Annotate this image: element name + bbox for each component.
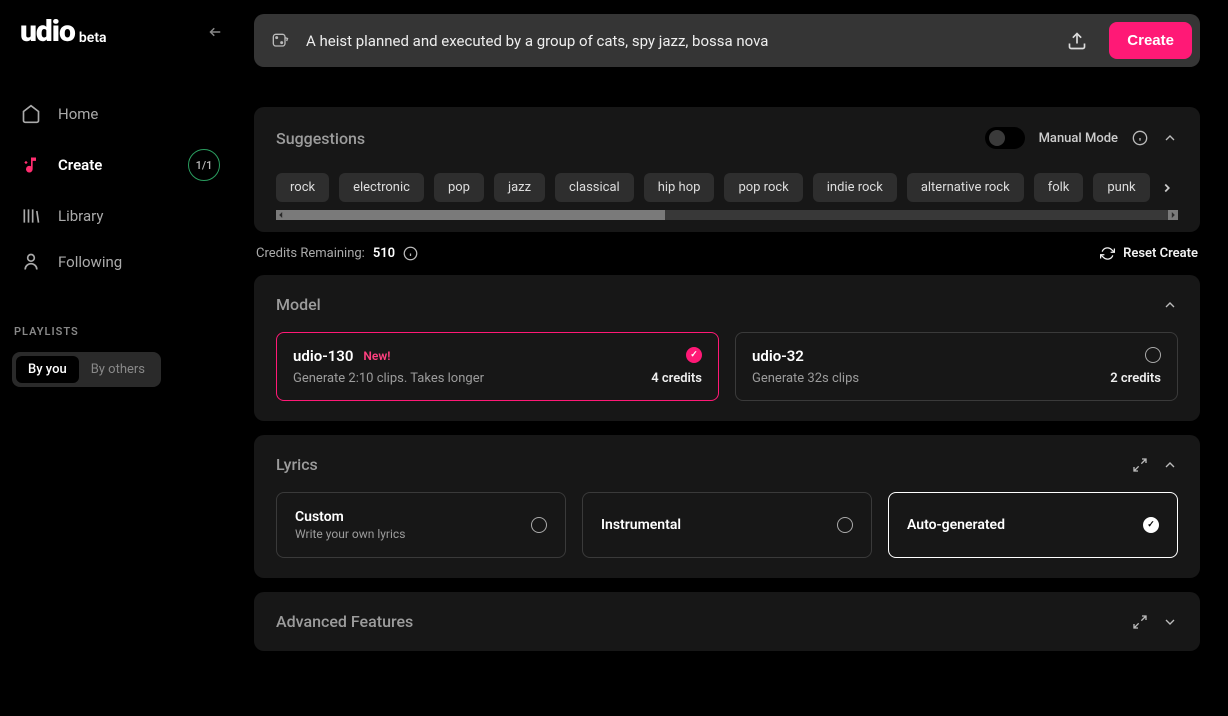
credits-value: 510: [373, 246, 395, 261]
lyrics-option-title: Custom: [295, 509, 547, 525]
sidebar-item-following[interactable]: Following: [12, 239, 228, 285]
playlists-heading: PLAYLISTS: [12, 325, 228, 338]
sidebar-item-create[interactable]: Create 1/1: [12, 137, 228, 193]
sidebar-item-label: Home: [58, 105, 220, 123]
prompt-bar: A heist planned and executed by a group …: [254, 14, 1200, 67]
sidebar-item-label: Create: [58, 156, 172, 174]
model-option-udio-32[interactable]: udio-32 Generate 32s clips 2 credits: [735, 332, 1178, 401]
tab-by-you[interactable]: By you: [16, 356, 79, 383]
manual-mode-toggle[interactable]: [985, 127, 1025, 149]
scroll-left-arrow[interactable]: [276, 210, 286, 220]
radio-unchecked-icon: [837, 517, 853, 533]
new-badge: New!: [363, 349, 390, 363]
chip-indie-rock[interactable]: indie rock: [813, 173, 897, 202]
prompt-input[interactable]: A heist planned and executed by a group …: [306, 32, 1051, 50]
lyrics-panel: Lyrics Custom Write your own lyrics Inst…: [254, 435, 1200, 578]
model-name: udio-32: [752, 347, 804, 365]
suggestions-panel: Suggestions Manual Mode rock electronic …: [254, 107, 1200, 232]
sidebar-item-label: Following: [58, 253, 220, 271]
radio-checked-icon: [686, 347, 702, 363]
model-credits: 4 credits: [651, 371, 702, 386]
create-badge: 1/1: [188, 149, 220, 181]
lyrics-option-auto-generated[interactable]: Auto-generated: [888, 492, 1178, 558]
chevron-up-icon[interactable]: [1162, 130, 1178, 146]
lyrics-option-title: Auto-generated: [907, 517, 1159, 533]
manual-mode-label: Manual Mode: [1039, 131, 1118, 146]
dice-icon[interactable]: [270, 31, 290, 51]
expand-icon[interactable]: [1132, 457, 1148, 473]
expand-icon[interactable]: [1132, 614, 1148, 630]
lyrics-option-instrumental[interactable]: Instrumental: [582, 492, 872, 558]
model-panel: Model udio-130 New! Generate 2:10 clips.…: [254, 275, 1200, 421]
lyrics-option-custom[interactable]: Custom Write your own lyrics: [276, 492, 566, 558]
radio-checked-icon: [1143, 517, 1159, 533]
sidebar: udio beta Home Create 1/1 Library Follow…: [0, 0, 240, 716]
lyrics-option-desc: Write your own lyrics: [295, 527, 547, 541]
chip-electronic[interactable]: electronic: [339, 173, 424, 202]
chip-punk[interactable]: punk: [1093, 173, 1149, 202]
lyrics-title: Lyrics: [276, 455, 318, 474]
model-credits: 2 credits: [1110, 371, 1161, 386]
sidebar-item-library[interactable]: Library: [12, 193, 228, 239]
suggestions-title: Suggestions: [276, 129, 365, 148]
chips-scrollbar[interactable]: [276, 210, 1178, 220]
chip-rock[interactable]: rock: [276, 173, 329, 202]
chips-next-icon[interactable]: [1156, 177, 1178, 199]
music-create-icon: [20, 154, 42, 176]
advanced-panel: Advanced Features: [254, 592, 1200, 651]
credits-label: Credits Remaining:: [256, 246, 365, 261]
model-desc: Generate 2:10 clips. Takes longer: [293, 371, 702, 386]
chip-alternative-rock[interactable]: alternative rock: [907, 173, 1024, 202]
model-desc: Generate 32s clips: [752, 371, 1161, 386]
sidebar-item-home[interactable]: Home: [12, 91, 228, 137]
scrollbar-thumb[interactable]: [286, 210, 665, 220]
chevron-down-icon[interactable]: [1162, 614, 1178, 630]
chip-folk[interactable]: folk: [1034, 173, 1084, 202]
info-icon[interactable]: [403, 246, 418, 261]
lyrics-option-title: Instrumental: [601, 517, 853, 533]
radio-unchecked-icon: [1145, 347, 1161, 363]
model-name: udio-130: [293, 347, 353, 365]
user-icon: [20, 251, 42, 273]
logo-beta: beta: [79, 30, 107, 46]
reset-create-button[interactable]: Reset Create: [1100, 246, 1198, 261]
scroll-right-arrow[interactable]: [1168, 210, 1178, 220]
radio-unchecked-icon: [531, 517, 547, 533]
upload-icon[interactable]: [1067, 31, 1087, 51]
reset-label: Reset Create: [1123, 246, 1198, 261]
logo[interactable]: udio beta: [20, 14, 107, 49]
logo-row: udio beta: [12, 14, 228, 49]
tab-by-others[interactable]: By others: [79, 356, 157, 383]
chip-pop[interactable]: pop: [434, 173, 484, 202]
sidebar-item-label: Library: [58, 207, 220, 225]
collapse-sidebar-icon[interactable]: [206, 23, 224, 41]
chevron-up-icon[interactable]: [1162, 457, 1178, 473]
home-icon: [20, 103, 42, 125]
info-icon[interactable]: [1132, 130, 1148, 146]
chip-pop-rock[interactable]: pop rock: [724, 173, 802, 202]
model-title: Model: [276, 295, 321, 314]
playlist-tabs: By you By others: [12, 352, 161, 387]
model-option-udio-130[interactable]: udio-130 New! Generate 2:10 clips. Takes…: [276, 332, 719, 401]
credits-row: Credits Remaining: 510 Reset Create: [254, 246, 1200, 261]
logo-text: udio: [20, 14, 75, 49]
chip-hip-hop[interactable]: hip hop: [644, 173, 715, 202]
advanced-title: Advanced Features: [276, 612, 413, 631]
suggestion-chips: rock electronic pop jazz classical hip h…: [276, 173, 1178, 202]
create-button[interactable]: Create: [1109, 22, 1192, 59]
chevron-up-icon[interactable]: [1162, 297, 1178, 313]
main-content: A heist planned and executed by a group …: [240, 0, 1228, 716]
chip-classical[interactable]: classical: [555, 173, 634, 202]
chip-jazz[interactable]: jazz: [494, 173, 545, 202]
library-icon: [20, 205, 42, 227]
